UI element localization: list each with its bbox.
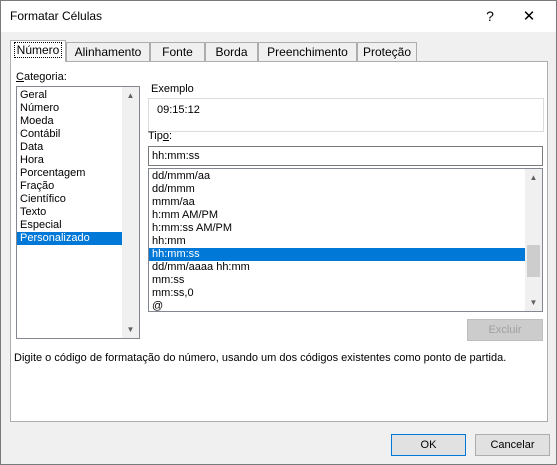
list-item[interactable]: Personalizado: [17, 232, 139, 245]
tab-fonte[interactable]: Fonte: [150, 42, 205, 61]
list-item[interactable]: dd/mm/aaaa hh:mm: [149, 261, 542, 274]
list-item[interactable]: Data: [17, 141, 139, 154]
close-icon[interactable]: ✕: [511, 1, 547, 32]
numero-panel: Categoria: Geral Número Moeda Contábil Data H…: [10, 61, 548, 422]
exemplo-value: 09:15:12: [157, 104, 200, 116]
tab-preenchimento[interactable]: Preenchimento: [258, 42, 357, 61]
list-item[interactable]: @: [149, 300, 542, 313]
tab-numero[interactable]: Número: [10, 40, 66, 62]
list-item[interactable]: dd/mmm/aa: [149, 170, 542, 183]
tipo-listbox[interactable]: dd/mmm/aa dd/mmm mmm/aa h:mm AM/PM h:mm:ss A…: [148, 168, 543, 312]
tipo-items: dd/mmm/aa dd/mmm mmm/aa h:mm AM/PM h:mm:ss A…: [149, 169, 542, 313]
list-item[interactable]: Científico: [17, 193, 139, 206]
format-description: Digite o código de formatação do número,…: [14, 352, 507, 364]
list-item[interactable]: h:mm:ss AM/PM: [149, 222, 542, 235]
list-item[interactable]: mm:ss,0: [149, 287, 542, 300]
list-item[interactable]: Geral: [17, 89, 139, 102]
tipo-input[interactable]: hh:mm:ss: [148, 146, 543, 166]
categoria-items: Geral Número Moeda Contábil Data Hora Porcenta…: [17, 87, 139, 245]
tab-protecao[interactable]: Proteção: [357, 42, 417, 61]
scroll-down-icon[interactable]: ▼: [122, 321, 139, 338]
list-item[interactable]: mm:ss: [149, 274, 542, 287]
tipo-scrollbar[interactable]: ▲ ▼: [525, 169, 542, 311]
list-item[interactable]: Especial: [17, 219, 139, 232]
title-bar: Formatar Células ? ✕: [1, 1, 556, 32]
list-item[interactable]: Número: [17, 102, 139, 115]
exemplo-group: 09:15:12: [148, 98, 544, 132]
tipo-label: Tipo:: [148, 130, 172, 142]
tab-label: Preenchimento: [267, 45, 348, 59]
ok-button[interactable]: OK: [391, 434, 466, 456]
categoria-label-access-key: C: [16, 71, 24, 83]
cancel-button[interactable]: Cancelar: [475, 434, 550, 456]
list-item[interactable]: Hora: [17, 154, 139, 167]
tab-label: Proteção: [362, 45, 412, 59]
tab-alinhamento[interactable]: Alinhamento: [66, 42, 150, 61]
scroll-thumb[interactable]: [527, 245, 540, 277]
tab-label: Alinhamento: [74, 45, 142, 59]
tipo-label-text: Tip: [148, 130, 163, 142]
list-item[interactable]: hh:mm:ss: [149, 248, 542, 261]
help-icon[interactable]: ?: [475, 1, 505, 32]
tab-label: Fonte: [162, 45, 193, 59]
list-item[interactable]: Fração: [17, 180, 139, 193]
list-item[interactable]: hh:mm: [149, 235, 542, 248]
tab-label: Número: [13, 42, 63, 58]
list-item[interactable]: mmm/aa: [149, 196, 542, 209]
format-cells-dialog: Formatar Células ? ✕ Número Alinhamento …: [0, 0, 557, 465]
list-item[interactable]: Porcentagem: [17, 167, 139, 180]
excluir-button[interactable]: Excluir: [467, 319, 543, 341]
tab-borda[interactable]: Borda: [205, 42, 258, 61]
scroll-down-icon[interactable]: ▼: [525, 294, 542, 311]
window-title: Formatar Células: [10, 9, 103, 23]
list-item[interactable]: Moeda: [17, 115, 139, 128]
scroll-up-icon[interactable]: ▲: [525, 169, 542, 186]
categoria-listbox[interactable]: Geral Número Moeda Contábil Data Hora Porcenta…: [16, 86, 140, 339]
tab-label: Borda: [215, 45, 248, 59]
list-item[interactable]: Contábil: [17, 128, 139, 141]
list-item[interactable]: h:mm AM/PM: [149, 209, 542, 222]
list-item[interactable]: Texto: [17, 206, 139, 219]
categoria-label: Categoria:: [16, 71, 67, 83]
list-item[interactable]: dd/mmm: [149, 183, 542, 196]
exemplo-label: Exemplo: [151, 83, 197, 95]
categoria-label-text: ategoria:: [23, 71, 67, 83]
scroll-up-icon[interactable]: ▲: [122, 87, 139, 104]
categoria-scrollbar[interactable]: ▲ ▼: [122, 87, 139, 338]
tipo-label-colon: :: [169, 130, 173, 142]
